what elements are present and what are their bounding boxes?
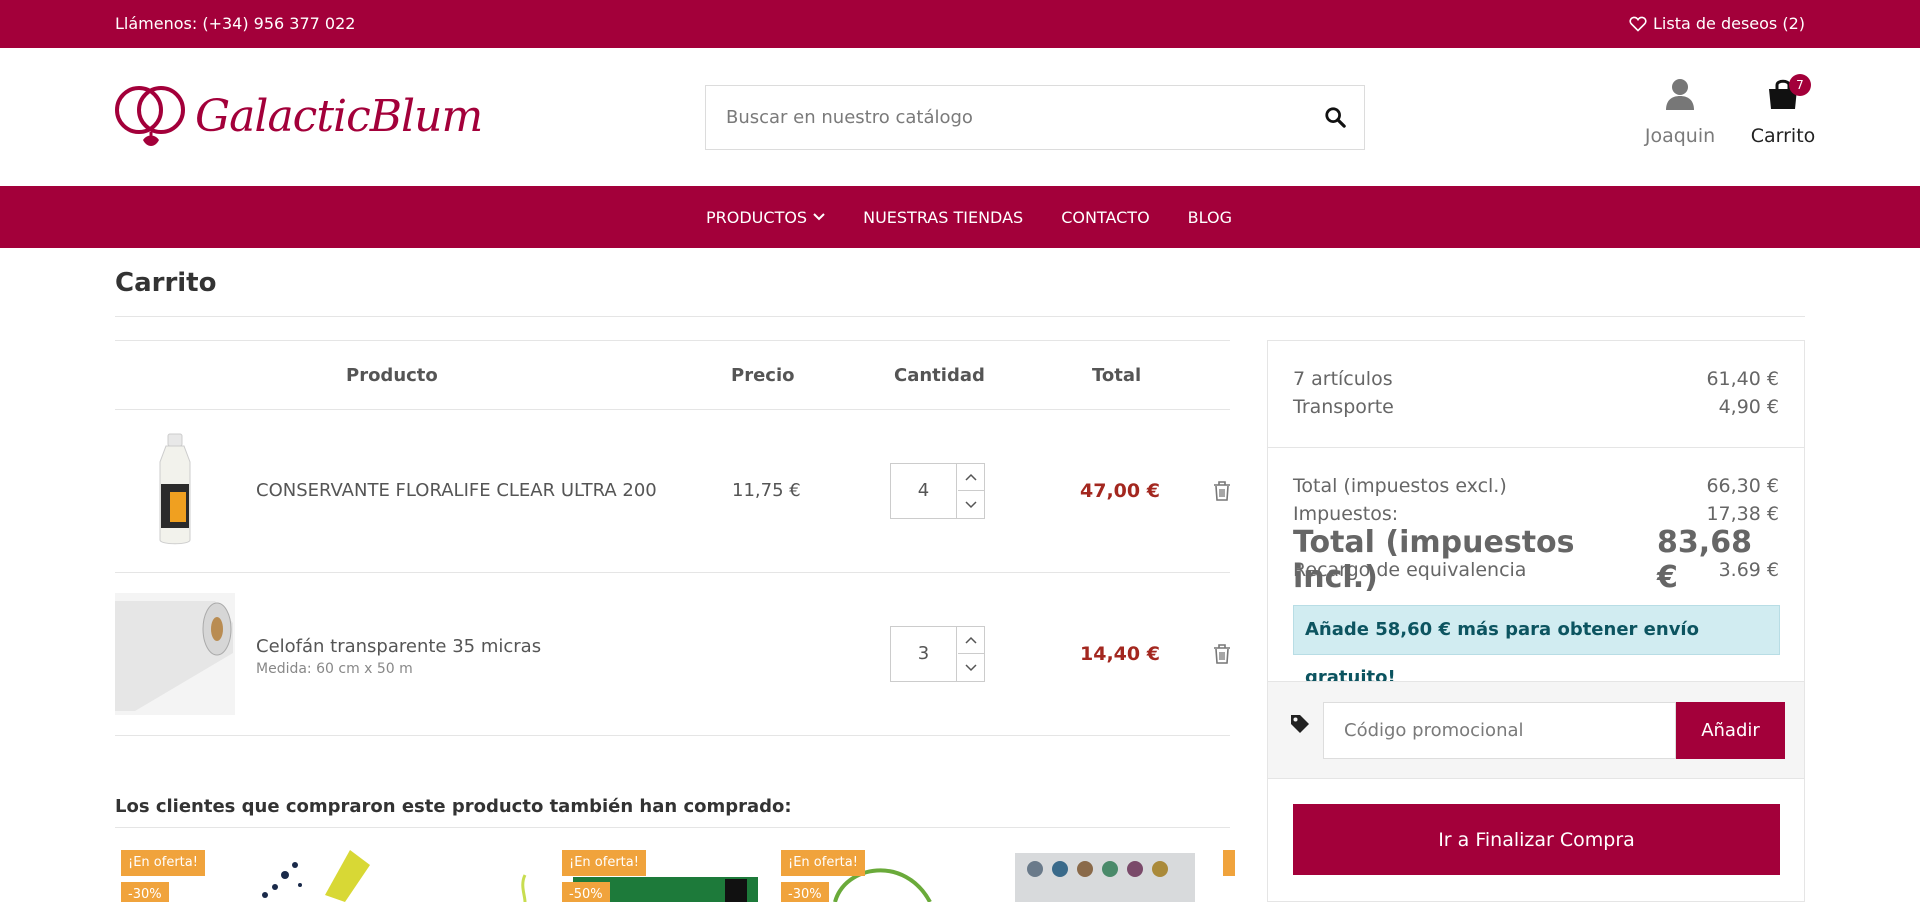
- site-header: GalacticBlum Joaquin 7 Carrito: [0, 48, 1920, 186]
- cart-table: Producto Precio Cantidad Total CONSERVAN…: [115, 340, 1230, 736]
- sale-badge: ¡En oferta!: [121, 850, 205, 876]
- summary-items-row: 7 artículos 61,40 €: [1293, 368, 1779, 390]
- promo-code-input[interactable]: [1323, 702, 1676, 759]
- quantity-input[interactable]: 4: [891, 464, 957, 518]
- cart-link[interactable]: 7 Carrito: [1728, 74, 1838, 147]
- summary-shipping-value: 4,90 €: [1718, 396, 1779, 418]
- chevron-up-icon: [965, 636, 977, 644]
- summary-shipping-row: Transporte 4,90 €: [1293, 396, 1779, 418]
- quantity-decrease-button[interactable]: [958, 491, 984, 518]
- line-total: 47,00 €: [1080, 480, 1160, 502]
- search-box: [705, 85, 1365, 150]
- unit-price: 11,75 €: [732, 480, 801, 501]
- top-bar: Llámenos: (+34) 956 377 022 Lista de des…: [0, 0, 1920, 48]
- user-icon: [1666, 79, 1694, 110]
- nav-item-blog[interactable]: BLOG: [1188, 208, 1232, 227]
- chevron-down-icon: [965, 500, 977, 508]
- wishlist-link[interactable]: Lista de deseos (2): [1629, 14, 1805, 33]
- discount-badge: -30%: [781, 882, 829, 902]
- main-nav: PRODUCTOS NUESTRAS TIENDAS CONTACTO BLOG: [0, 186, 1920, 248]
- summary-surcharge-value: 3.69 €: [1718, 559, 1779, 581]
- nav-item-productos[interactable]: PRODUCTOS: [706, 208, 825, 227]
- chevron-down-icon: [965, 663, 977, 671]
- product-thumbnails[interactable]: [115, 845, 1235, 902]
- wishlist-label: Lista de deseos (2): [1653, 14, 1805, 33]
- product-image[interactable]: [115, 593, 235, 715]
- sale-badge: ¡En oferta!: [781, 850, 865, 876]
- column-header-product: Producto: [346, 365, 438, 386]
- free-shipping-alert: Añade 58,60 € más para obtener envío gra…: [1293, 605, 1780, 688]
- nav-label: BLOG: [1187, 207, 1232, 227]
- checkout-button[interactable]: Ir a Finalizar Compra: [1293, 804, 1780, 875]
- table-row: CONSERVANTE FLORALIFE CLEAR ULTRA 200 11…: [115, 410, 1230, 573]
- nav-label: NUESTRAS TIENDAS: [863, 207, 1024, 227]
- account-name: Joaquin: [1644, 125, 1716, 147]
- divider: [115, 827, 1230, 828]
- product-image[interactable]: [150, 432, 200, 548]
- summary-items-value: 61,40 €: [1706, 368, 1779, 390]
- trash-icon[interactable]: [1213, 481, 1231, 501]
- also-bought-carousel: ¡En oferta! -30% ¡En oferta! -50% ¡En of…: [115, 845, 1235, 902]
- quantity-increase-button[interactable]: [958, 627, 984, 654]
- quantity-input[interactable]: 3: [891, 627, 957, 681]
- table-row: Celofán transparente 35 micras Medida: 6…: [115, 573, 1230, 736]
- quantity-stepper: 4: [890, 463, 985, 519]
- nav-item-contacto[interactable]: CONTACTO: [1061, 208, 1149, 227]
- summary-taxes-label: Impuestos:: [1293, 503, 1399, 525]
- promo-code-area: Añadir: [1268, 681, 1804, 779]
- nav-item-tiendas[interactable]: NUESTRAS TIENDAS: [863, 208, 1023, 227]
- summary-total-excl-row: Total (impuestos excl.) 66,30 €: [1293, 475, 1779, 497]
- discount-badge: -50%: [562, 882, 610, 902]
- also-bought-title: Los clientes que compraron este producto…: [115, 796, 792, 817]
- summary-surcharge-label: Recargo de equivalencia: [1293, 559, 1527, 581]
- column-header-total: Total: [1092, 365, 1142, 386]
- cart-count-badge: 7: [1789, 74, 1811, 96]
- column-header-quantity: Cantidad: [894, 365, 985, 386]
- product-name[interactable]: CONSERVANTE FLORALIFE CLEAR ULTRA 200: [256, 480, 657, 501]
- account-link[interactable]: Joaquin: [1640, 78, 1720, 147]
- chevron-down-icon: [813, 213, 825, 221]
- line-total: 14,40 €: [1080, 643, 1160, 665]
- nav-label: PRODUCTOS: [706, 207, 808, 227]
- page-title: Carrito: [115, 268, 217, 298]
- quantity-stepper: 3: [890, 626, 985, 682]
- divider: [1268, 447, 1804, 448]
- column-header-price: Precio: [731, 365, 795, 386]
- logo-monogram-icon: [115, 86, 185, 146]
- product-attribute: Medida: 60 cm x 50 m: [256, 661, 413, 677]
- phone-text: Llámenos: (+34) 956 377 022: [115, 14, 356, 33]
- summary-taxes-row: Impuestos: 17,38 €: [1293, 503, 1779, 525]
- cart-summary: 7 artículos 61,40 € Transporte 4,90 € To…: [1267, 340, 1805, 902]
- summary-total-excl-value: 66,30 €: [1706, 475, 1779, 497]
- quantity-increase-button[interactable]: [958, 464, 984, 491]
- heart-icon: [1629, 16, 1647, 32]
- cart-label: Carrito: [1750, 125, 1816, 147]
- summary-surcharge-row: Recargo de equivalencia 3.69 €: [1293, 559, 1779, 581]
- trash-icon[interactable]: [1213, 644, 1231, 664]
- sale-badge: ¡En oferta!: [562, 850, 646, 876]
- table-header: Producto Precio Cantidad Total: [115, 340, 1230, 410]
- brand-logo[interactable]: GalacticBlum: [115, 78, 483, 154]
- quantity-decrease-button[interactable]: [958, 654, 984, 681]
- summary-taxes-value: 17,38 €: [1706, 503, 1779, 525]
- discount-badge: -30%: [121, 882, 169, 902]
- search-input[interactable]: [706, 86, 1306, 149]
- divider: [115, 316, 1805, 317]
- add-promo-button[interactable]: Añadir: [1676, 702, 1785, 759]
- product-name[interactable]: Celofán transparente 35 micras: [256, 636, 541, 657]
- summary-total-excl-label: Total (impuestos excl.): [1293, 475, 1507, 497]
- search-icon[interactable]: [1324, 106, 1346, 128]
- summary-items-label: 7 artículos: [1293, 368, 1393, 390]
- chevron-up-icon: [965, 473, 977, 481]
- summary-shipping-label: Transporte: [1293, 396, 1394, 418]
- nav-label: CONTACTO: [1061, 207, 1150, 227]
- tag-icon: [1291, 715, 1309, 733]
- brand-name: GalacticBlum: [195, 90, 483, 142]
